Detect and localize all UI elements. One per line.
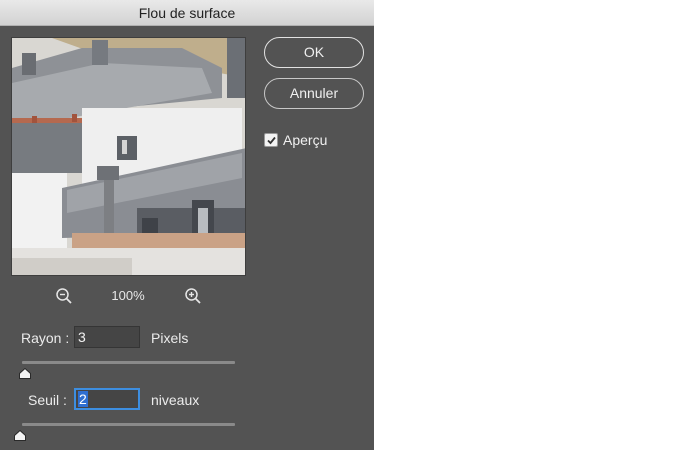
threshold-unit: niveaux bbox=[151, 392, 200, 408]
zoom-level: 100% bbox=[111, 288, 145, 303]
checkmark-icon bbox=[267, 136, 276, 145]
rooftops-preview-graphic bbox=[12, 38, 245, 275]
dialog-title: Flou de surface bbox=[0, 0, 374, 26]
zoom-out-icon[interactable] bbox=[55, 287, 73, 305]
radius-slider-thumb[interactable] bbox=[19, 366, 31, 379]
surface-blur-dialog: Flou de surface 100% OK Annuler Aperçu R… bbox=[0, 0, 374, 450]
preview-checkbox[interactable] bbox=[264, 133, 278, 147]
radius-label: Rayon : bbox=[21, 330, 70, 346]
ok-button[interactable]: OK bbox=[264, 37, 364, 68]
threshold-slider-thumb[interactable] bbox=[14, 428, 26, 441]
preview-image[interactable] bbox=[11, 37, 246, 276]
zoom-in-icon[interactable] bbox=[184, 287, 202, 305]
threshold-label: Seuil : bbox=[28, 392, 67, 408]
radius-input[interactable]: 3 bbox=[74, 326, 140, 348]
radius-unit: Pixels bbox=[151, 330, 189, 346]
threshold-slider-track[interactable] bbox=[22, 423, 235, 426]
cancel-button[interactable]: Annuler bbox=[264, 78, 364, 109]
radius-slider-track[interactable] bbox=[22, 361, 235, 364]
threshold-input[interactable]: 2 bbox=[74, 388, 140, 410]
threshold-value: 2 bbox=[78, 391, 88, 407]
preview-label: Aperçu bbox=[283, 132, 328, 148]
